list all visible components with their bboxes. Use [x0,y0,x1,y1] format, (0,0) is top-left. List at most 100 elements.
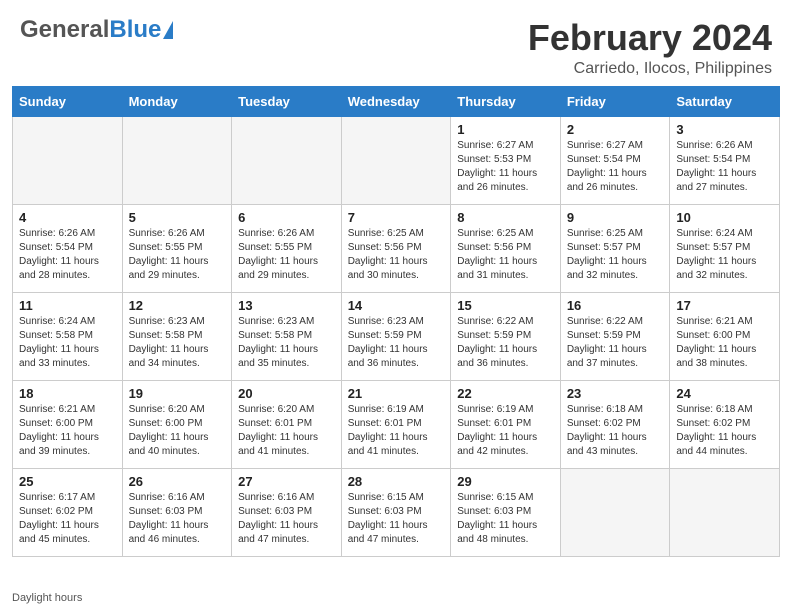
col-header-monday: Monday [122,86,232,116]
day-info: Sunrise: 6:24 AM Sunset: 5:57 PM Dayligh… [676,227,773,283]
footer: Daylight hours [0,588,792,612]
day-info: Sunrise: 6:20 AM Sunset: 6:00 PM Dayligh… [129,403,226,459]
col-header-sunday: Sunday [13,86,123,116]
day-info: Sunrise: 6:26 AM Sunset: 5:55 PM Dayligh… [238,227,335,283]
daylight-label: Daylight hours [12,592,82,604]
calendar-cell: 11Sunrise: 6:24 AM Sunset: 5:58 PM Dayli… [13,292,123,380]
day-info: Sunrise: 6:27 AM Sunset: 5:54 PM Dayligh… [567,139,664,195]
day-info: Sunrise: 6:22 AM Sunset: 5:59 PM Dayligh… [457,315,554,371]
calendar-cell: 2 Sunrise: 6:27 AM Sunset: 5:54 PM Daylig… [560,116,670,204]
day-number: 1 [457,122,554,137]
day-number: 2 [567,122,664,137]
col-header-tuesday: Tuesday [232,86,342,116]
day-info: Sunrise: 6:21 AM Sunset: 6:00 PM Dayligh… [19,403,116,459]
calendar-table: SundayMondayTuesdayWednesdayThursdayFrid… [12,86,780,557]
calendar-wrapper: SundayMondayTuesdayWednesdayThursdayFrid… [0,86,792,588]
calendar-cell [560,468,670,556]
day-number: 10 [676,210,773,225]
logo-triangle-icon [163,21,173,39]
calendar-cell [122,116,232,204]
calendar-cell: 18 Sunrise: 6:21 AM Sunset: 6:00 PM Dayli… [13,380,123,468]
calendar-cell: 10 Sunrise: 6:24 AM Sunset: 5:57 PM Dayli… [670,204,780,292]
calendar-subtitle: Carriedo, Ilocos, Philippines [528,60,772,78]
calendar-cell: 25 Sunrise: 6:17 AM Sunset: 6:02 PM Dayli… [13,468,123,556]
calendar-cell: 17 Sunrise: 6:21 AM Sunset: 6:00 PM Dayli… [670,292,780,380]
calendar-cell: 9Sunrise: 6:25 AM Sunset: 5:57 PM Daylig… [560,204,670,292]
day-number: 21 [348,386,445,401]
day-number: 18 [19,386,116,401]
calendar-cell: 27Sunrise: 6:16 AM Sunset: 6:03 PM Dayli… [232,468,342,556]
day-number: 28 [348,474,445,489]
week-row: 25 Sunrise: 6:17 AM Sunset: 6:02 PM Dayli… [13,468,780,556]
day-info: Sunrise: 6:25 AM Sunset: 5:56 PM Dayligh… [457,227,554,283]
day-info: Sunrise: 6:23 AM Sunset: 5:58 PM Dayligh… [238,315,335,371]
day-info: Sunrise: 6:22 AM Sunset: 5:59 PM Dayligh… [567,315,664,371]
calendar-cell: 20 Sunrise: 6:20 AM Sunset: 6:01 PM Dayli… [232,380,342,468]
day-info: Sunrise: 6:23 AM Sunset: 5:59 PM Dayligh… [348,315,445,371]
day-number: 23 [567,386,664,401]
calendar-cell: 24 Sunrise: 6:18 AM Sunset: 6:02 PM Dayli… [670,380,780,468]
col-header-wednesday: Wednesday [341,86,451,116]
logo: GeneralBlue [20,18,173,42]
header: GeneralBlue February 2024 Carriedo, Iloc… [0,0,792,86]
day-info: Sunrise: 6:20 AM Sunset: 6:01 PM Dayligh… [238,403,335,459]
calendar-cell: 14Sunrise: 6:23 AM Sunset: 5:59 PM Dayli… [341,292,451,380]
col-header-thursday: Thursday [451,86,561,116]
day-info: Sunrise: 6:23 AM Sunset: 5:58 PM Dayligh… [129,315,226,371]
day-number: 5 [129,210,226,225]
calendar-cell: 21 Sunrise: 6:19 AM Sunset: 6:01 PM Dayli… [341,380,451,468]
logo-text: GeneralBlue [20,18,161,42]
day-number: 17 [676,298,773,313]
day-info: Sunrise: 6:19 AM Sunset: 6:01 PM Dayligh… [457,403,554,459]
week-row: 1 Sunrise: 6:27 AM Sunset: 5:53 PM Daylig… [13,116,780,204]
day-info: Sunrise: 6:21 AM Sunset: 6:00 PM Dayligh… [676,315,773,371]
page: GeneralBlue February 2024 Carriedo, Iloc… [0,0,792,612]
calendar-cell: 16 Sunrise: 6:22 AM Sunset: 5:59 PM Dayli… [560,292,670,380]
calendar-cell [341,116,451,204]
col-header-friday: Friday [560,86,670,116]
calendar-cell: 26Sunrise: 6:16 AM Sunset: 6:03 PM Dayli… [122,468,232,556]
calendar-cell [232,116,342,204]
day-number: 7 [348,210,445,225]
day-info: Sunrise: 6:26 AM Sunset: 5:54 PM Dayligh… [19,227,116,283]
day-info: Sunrise: 6:17 AM Sunset: 6:02 PM Dayligh… [19,491,116,547]
day-number: 13 [238,298,335,313]
calendar-cell [670,468,780,556]
day-info: Sunrise: 6:27 AM Sunset: 5:53 PM Dayligh… [457,139,554,195]
day-info: Sunrise: 6:15 AM Sunset: 6:03 PM Dayligh… [348,491,445,547]
calendar-cell: 8 Sunrise: 6:25 AM Sunset: 5:56 PM Daylig… [451,204,561,292]
day-number: 15 [457,298,554,313]
calendar-cell: 6 Sunrise: 6:26 AM Sunset: 5:55 PM Daylig… [232,204,342,292]
day-info: Sunrise: 6:16 AM Sunset: 6:03 PM Dayligh… [238,491,335,547]
calendar-cell: 1 Sunrise: 6:27 AM Sunset: 5:53 PM Daylig… [451,116,561,204]
day-number: 6 [238,210,335,225]
col-header-saturday: Saturday [670,86,780,116]
day-number: 16 [567,298,664,313]
calendar-cell: 4 Sunrise: 6:26 AM Sunset: 5:54 PM Daylig… [13,204,123,292]
day-number: 29 [457,474,554,489]
calendar-title: February 2024 [528,18,772,58]
calendar-cell: 15 Sunrise: 6:22 AM Sunset: 5:59 PM Dayli… [451,292,561,380]
day-info: Sunrise: 6:18 AM Sunset: 6:02 PM Dayligh… [567,403,664,459]
calendar-cell: 29Sunrise: 6:15 AM Sunset: 6:03 PM Dayli… [451,468,561,556]
calendar-cell: 13 Sunrise: 6:23 AM Sunset: 5:58 PM Dayli… [232,292,342,380]
day-number: 24 [676,386,773,401]
calendar-cell: 28 Sunrise: 6:15 AM Sunset: 6:03 PM Dayli… [341,468,451,556]
calendar-cell: 12Sunrise: 6:23 AM Sunset: 5:58 PM Dayli… [122,292,232,380]
calendar-cell: 7Sunrise: 6:25 AM Sunset: 5:56 PM Daylig… [341,204,451,292]
day-number: 20 [238,386,335,401]
header-row: SundayMondayTuesdayWednesdayThursdayFrid… [13,86,780,116]
calendar-cell: 3Sunrise: 6:26 AM Sunset: 5:54 PM Daylig… [670,116,780,204]
calendar-cell [13,116,123,204]
day-info: Sunrise: 6:25 AM Sunset: 5:57 PM Dayligh… [567,227,664,283]
calendar-cell: 22Sunrise: 6:19 AM Sunset: 6:01 PM Dayli… [451,380,561,468]
day-number: 4 [19,210,116,225]
day-info: Sunrise: 6:16 AM Sunset: 6:03 PM Dayligh… [129,491,226,547]
week-row: 18 Sunrise: 6:21 AM Sunset: 6:00 PM Dayli… [13,380,780,468]
calendar-cell: 23 Sunrise: 6:18 AM Sunset: 6:02 PM Dayli… [560,380,670,468]
day-number: 8 [457,210,554,225]
day-number: 25 [19,474,116,489]
day-info: Sunrise: 6:19 AM Sunset: 6:01 PM Dayligh… [348,403,445,459]
day-number: 3 [676,122,773,137]
day-info: Sunrise: 6:18 AM Sunset: 6:02 PM Dayligh… [676,403,773,459]
